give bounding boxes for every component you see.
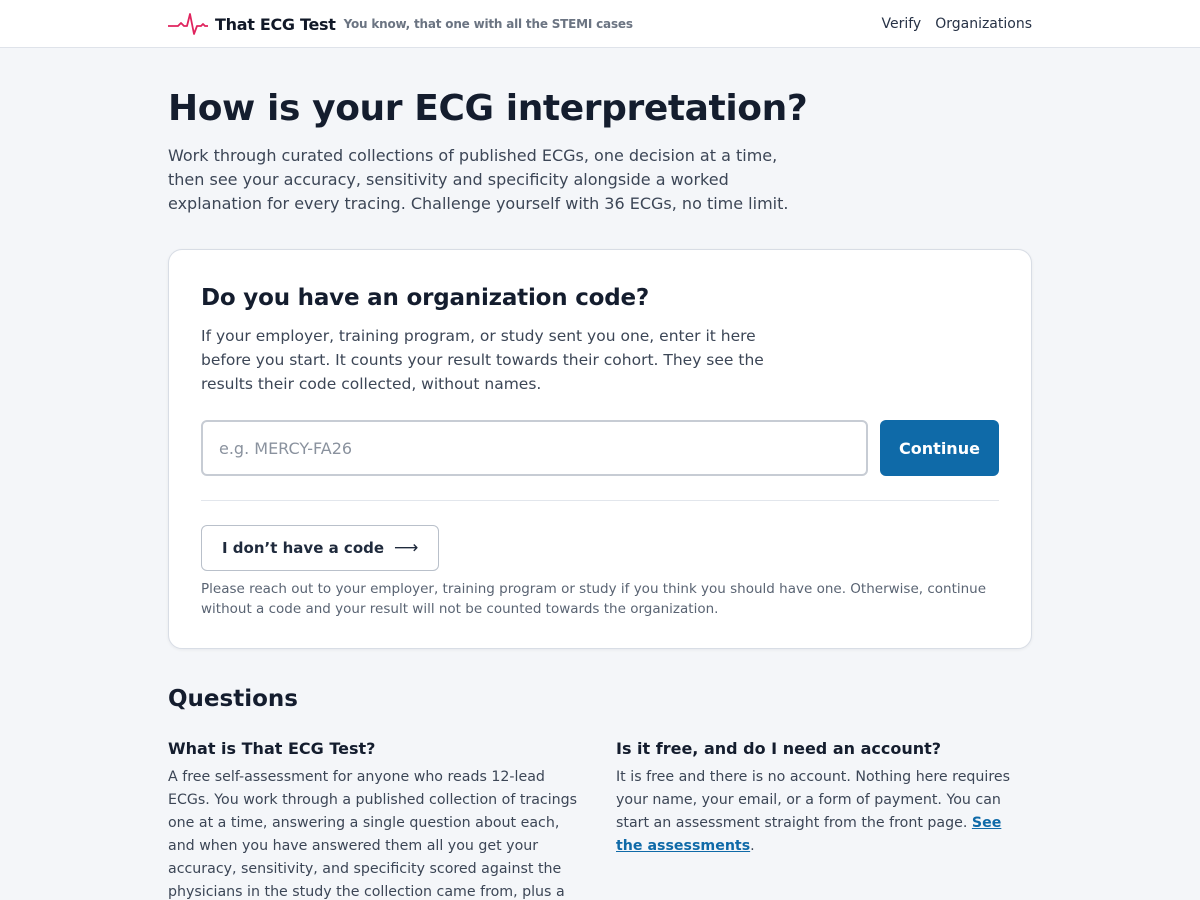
- organization-code-input[interactable]: [201, 420, 868, 476]
- faq-grid: What is That ECG Test? A free self-asses…: [168, 737, 1032, 900]
- page-description: Work through curated collections of publ…: [168, 146, 789, 213]
- continue-button[interactable]: Continue: [880, 420, 999, 476]
- brand-home-link[interactable]: That ECG Test You know, that one with al…: [168, 12, 633, 36]
- page-title: How is your ECG interpretation?: [168, 88, 808, 129]
- no-code-button[interactable]: I don’t have a code ⟶: [201, 525, 440, 571]
- main-navigation: Verify Organizations: [881, 16, 1032, 32]
- faq-item-free-account: Is it free, and do I need an account? It…: [616, 737, 1032, 900]
- no-code-button-label: I don’t have a code: [222, 539, 385, 557]
- card-divider: [201, 500, 999, 501]
- faq-question: What is That ECG Test?: [168, 739, 376, 758]
- main-content: How is your ECG interpretation? Work thr…: [168, 89, 1032, 900]
- no-code-note: Please reach out to your employer, train…: [201, 581, 987, 617]
- faq-item-what-is: What is That ECG Test? A free self-asses…: [168, 737, 584, 900]
- faq-answer: It is free and there is no account. Noth…: [616, 766, 1032, 858]
- nav-link-verify[interactable]: Verify: [881, 16, 921, 32]
- faq-answer-text: It is free and there is no account. Noth…: [616, 769, 1010, 831]
- organization-code-title: Do you have an organization code?: [201, 285, 650, 311]
- brand-name: That ECG Test: [215, 14, 336, 34]
- arrow-right-icon: ⟶: [394, 538, 419, 558]
- faq-answer: A free self-assessment for anyone who re…: [168, 769, 578, 900]
- organization-code-card: Do you have an organization code? If you…: [168, 249, 1032, 649]
- faq-question: Is it free, and do I need an account?: [616, 739, 942, 758]
- organization-code-description: If your employer, training program, or s…: [201, 327, 764, 393]
- top-navigation-bar: That ECG Test You know, that one with al…: [0, 0, 1200, 48]
- nav-link-organizations[interactable]: Organizations: [935, 16, 1032, 32]
- faq-answer-period: .: [750, 837, 755, 854]
- ecg-heartbeat-logo-icon: [168, 13, 208, 35]
- organization-code-form: Continue: [201, 420, 999, 476]
- top-navigation-inner: That ECG Test You know, that one with al…: [168, 0, 1032, 48]
- questions-heading: Questions: [168, 686, 298, 712]
- brand-tagline: You know, that one with all the STEMI ca…: [343, 17, 633, 31]
